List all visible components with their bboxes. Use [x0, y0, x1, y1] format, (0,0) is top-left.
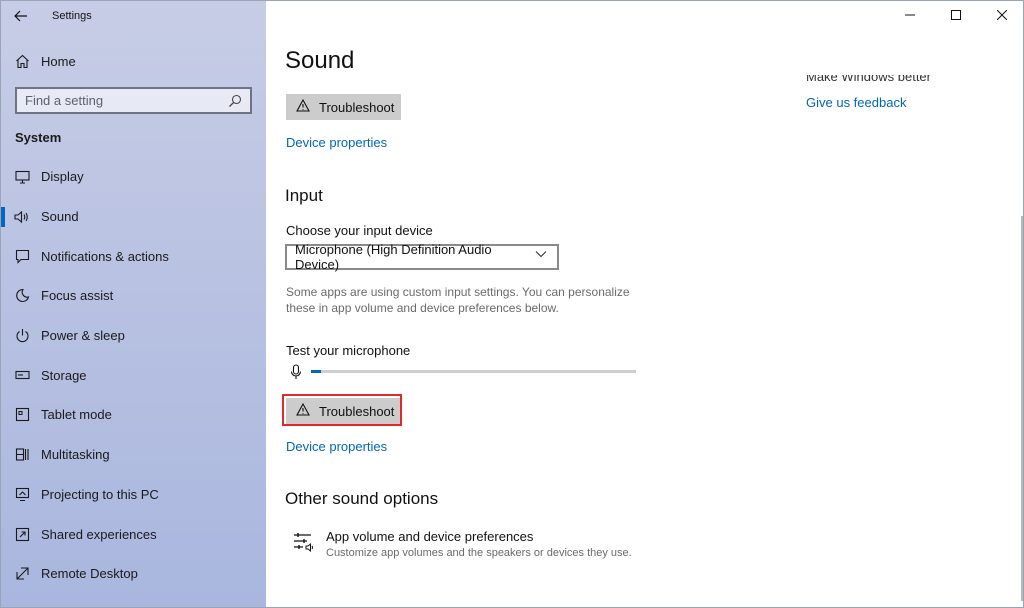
sidebar-item-label: Shared experiences [41, 526, 157, 542]
right-column: Make Windows better Give us feedback [806, 75, 931, 110]
moon-icon [14, 288, 30, 304]
title-bar: Settings [1, 1, 266, 31]
search-placeholder: Find a setting [25, 93, 104, 108]
sidebar-item-storage[interactable]: Storage [1, 355, 266, 395]
shared-icon [14, 526, 30, 542]
tablet-icon [14, 407, 30, 423]
highlight-box [282, 394, 402, 426]
microphone-icon [290, 364, 302, 380]
home-icon [14, 53, 30, 69]
projecting-icon [14, 486, 30, 502]
scrollbar[interactable] [1021, 216, 1023, 601]
caption-buttons [887, 1, 1023, 31]
sidebar-item-shared-experiences[interactable]: Shared experiences [1, 514, 266, 554]
input-heading: Input [285, 186, 323, 205]
storage-icon [14, 367, 30, 383]
sidebar-item-label: Focus assist [41, 288, 114, 304]
sidebar-item-label: Storage [41, 367, 87, 383]
choose-input-label: Choose your input device [286, 223, 433, 238]
sidebar-item-label: Remote Desktop [41, 566, 138, 582]
warning-icon [296, 99, 312, 115]
maximize-icon [951, 10, 961, 20]
custom-settings-hint: Some apps are using custom input setting… [286, 285, 630, 315]
search-input[interactable]: Find a setting [15, 87, 252, 114]
sidebar-item-focus-assist[interactable]: Focus assist [1, 276, 266, 316]
app-volume-preferences-item[interactable]: App volume and device preferences Custom… [293, 529, 632, 559]
input-device-properties-link[interactable]: Device properties [286, 439, 387, 454]
search-icon [228, 94, 242, 108]
settings-window: Settings Home Find a setting System Disp… [0, 0, 1024, 608]
microphone-meter [311, 370, 636, 373]
minimize-button[interactable] [887, 1, 933, 29]
close-icon [997, 10, 1007, 20]
troubleshoot-label: Troubleshoot [319, 99, 395, 115]
sidebar-item-power-sleep[interactable]: Power & sleep [1, 316, 266, 356]
maximize-button[interactable] [933, 1, 979, 29]
sidebar-item-sound[interactable]: Sound [1, 197, 266, 237]
mixer-icon [293, 531, 315, 553]
power-icon [14, 328, 30, 344]
make-windows-better-heading: Make Windows better [806, 75, 931, 83]
app-volume-description: Customize app volumes and the speakers o… [326, 547, 632, 559]
sidebar-item-multitasking[interactable]: Multitasking [1, 435, 266, 475]
sidebar-item-notifications[interactable]: Notifications & actions [1, 236, 266, 276]
sidebar-item-label: Projecting to this PC [41, 486, 159, 502]
sidebar-item-label: Display [41, 169, 84, 185]
test-microphone-label: Test your microphone [286, 343, 411, 358]
sidebar-item-home[interactable]: Home [1, 49, 266, 73]
sidebar-item-tablet-mode[interactable]: Tablet mode [1, 395, 266, 435]
output-troubleshoot-button[interactable]: Troubleshoot [286, 94, 401, 120]
sidebar-item-label: Sound [41, 209, 79, 225]
back-button[interactable] [1, 1, 41, 31]
remote-desktop-icon [14, 566, 30, 582]
sidebar: Settings Home Find a setting System Disp… [1, 1, 266, 607]
sidebar-item-label: Tablet mode [41, 407, 112, 423]
back-arrow-icon [14, 10, 27, 22]
other-sound-options-heading: Other sound options [285, 489, 439, 508]
sidebar-item-remote-desktop[interactable]: Remote Desktop [1, 554, 266, 594]
home-label: Home [41, 53, 76, 69]
chevron-down-icon [535, 250, 549, 264]
output-device-properties-link[interactable]: Device properties [286, 135, 387, 150]
speaker-icon [14, 209, 30, 225]
input-device-value: Microphone (High Definition Audio Device… [295, 242, 492, 272]
sidebar-nav: Display Sound Notifications & actions Fo… [1, 157, 266, 594]
microphone-meter-fill [311, 370, 321, 373]
give-feedback-link[interactable]: Give us feedback [806, 95, 931, 110]
sidebar-item-projecting[interactable]: Projecting to this PC [1, 475, 266, 515]
notifications-icon [14, 248, 30, 264]
app-volume-title: App volume and device preferences [326, 529, 534, 544]
app-title: Settings [52, 10, 92, 22]
close-button[interactable] [979, 1, 1023, 29]
section-heading-system: System [15, 130, 62, 145]
display-icon [14, 169, 30, 185]
sidebar-item-label: Power & sleep [41, 328, 125, 344]
sidebar-item-display[interactable]: Display [1, 157, 266, 197]
multitasking-icon [14, 447, 30, 463]
sidebar-item-label: Multitasking [41, 447, 110, 463]
microphone-level [290, 363, 636, 381]
sidebar-item-label: Notifications & actions [41, 248, 169, 264]
minimize-icon [905, 14, 915, 16]
page-title: Sound [285, 47, 355, 74]
main-content: Sound Troubleshoot Device properties Inp… [266, 1, 1023, 607]
input-device-dropdown[interactable]: Microphone (High Definition Audio Device… [285, 242, 559, 272]
